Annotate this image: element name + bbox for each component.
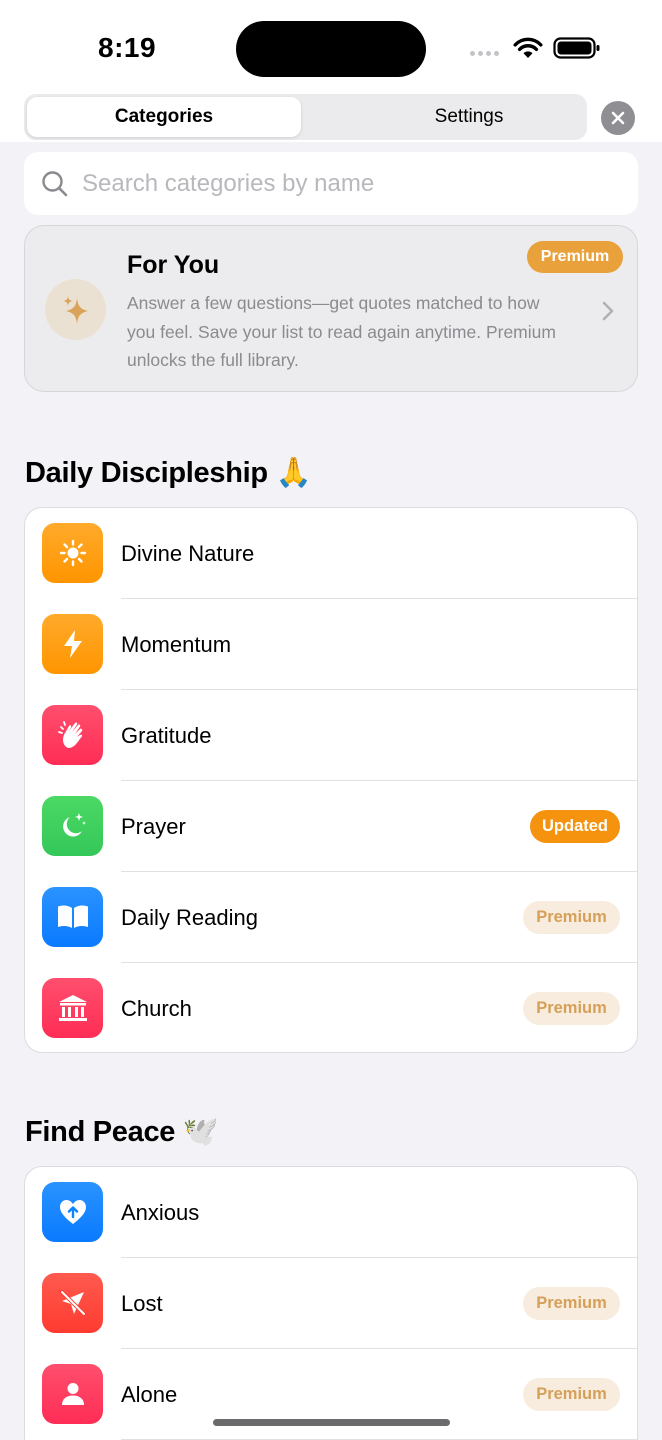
segmented-control: Categories Settings xyxy=(24,94,587,140)
for-you-description: Answer a few questions—get quotes matche… xyxy=(127,293,556,370)
status-bar: 8:19 xyxy=(0,0,662,92)
list-item-label: Church xyxy=(121,995,192,1021)
building-columns-icon xyxy=(42,978,103,1038)
close-button[interactable] xyxy=(601,101,635,135)
bolt-icon xyxy=(42,614,103,674)
search-icon xyxy=(42,171,68,197)
list-item-label: Daily Reading xyxy=(121,904,258,930)
list-item-daily-reading[interactable]: Daily Reading Premium xyxy=(25,872,637,963)
search-input[interactable] xyxy=(80,152,620,215)
tab-settings[interactable]: Settings xyxy=(332,97,606,137)
list-item-label: Anxious xyxy=(121,1199,200,1225)
premium-badge: Premium xyxy=(523,992,620,1025)
search-bar xyxy=(24,152,638,215)
list-item-gratitude[interactable]: Gratitude xyxy=(25,690,637,781)
list-item-lost[interactable]: Lost Premium xyxy=(25,1258,637,1349)
premium-badge: Premium xyxy=(523,1378,620,1411)
list-item-momentum[interactable]: Momentum xyxy=(25,599,637,690)
find-peace-list: Anxious Lost Premium Alone Premium xyxy=(24,1166,638,1440)
section-title-daily-discipleship: Daily Discipleship 🙏 xyxy=(25,457,312,489)
sun-icon xyxy=(42,523,103,583)
heart-arrow-icon xyxy=(42,1182,103,1242)
person-icon xyxy=(42,1364,103,1424)
list-item-label: Lost xyxy=(121,1290,163,1316)
premium-badge: Premium xyxy=(527,241,623,273)
list-item-label: Momentum xyxy=(121,631,232,657)
list-item-label: Alone xyxy=(121,1381,178,1407)
premium-badge: Premium xyxy=(523,901,620,934)
tab-categories[interactable]: Categories xyxy=(27,97,301,137)
close-icon xyxy=(611,111,625,125)
daily-discipleship-list: Divine Nature Momentum Gratitude Prayer … xyxy=(24,507,638,1053)
updated-badge: Updated xyxy=(530,810,620,843)
list-item-anxious[interactable]: Anxious xyxy=(25,1167,637,1258)
sparkle-icon xyxy=(45,279,106,340)
list-item-label: Prayer xyxy=(121,813,186,839)
clapping-hands-icon xyxy=(42,705,103,765)
home-indicator xyxy=(213,1419,450,1426)
book-icon xyxy=(42,887,103,947)
list-item-label: Divine Nature xyxy=(121,540,255,566)
premium-badge: Premium xyxy=(523,1287,620,1320)
moon-stars-icon xyxy=(42,796,103,856)
list-item-divine-nature[interactable]: Divine Nature xyxy=(25,508,637,599)
chevron-right-icon xyxy=(602,301,614,321)
dynamic-island xyxy=(236,21,426,77)
section-title-find-peace: Find Peace 🕊️ xyxy=(25,1116,219,1148)
location-slash-icon xyxy=(42,1273,103,1333)
list-item-church[interactable]: Church Premium xyxy=(25,963,637,1052)
cellular-signal-icon xyxy=(470,51,499,56)
list-item-prayer[interactable]: Prayer Updated xyxy=(25,781,637,872)
for-you-card[interactable]: For You Answer a few questions—get quote… xyxy=(24,225,638,392)
status-time: 8:19 xyxy=(98,32,157,63)
wifi-icon xyxy=(513,37,543,58)
list-item-alone[interactable]: Alone Premium xyxy=(25,1349,637,1440)
battery-icon xyxy=(553,37,600,59)
list-item-label: Gratitude xyxy=(121,722,212,748)
for-you-title: For You xyxy=(127,251,220,279)
